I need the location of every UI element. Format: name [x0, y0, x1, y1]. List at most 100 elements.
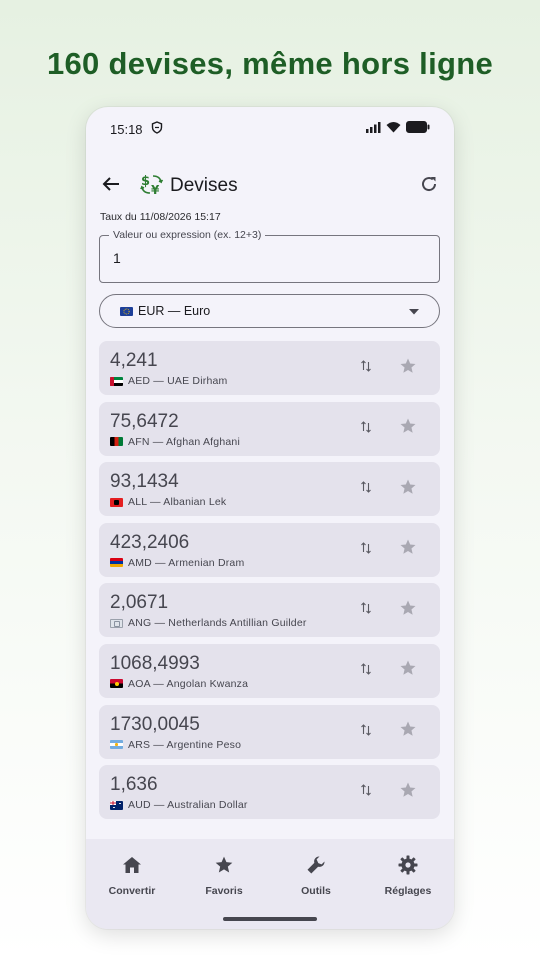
swap-vertical-icon	[360, 783, 372, 801]
status-time: 15:18	[110, 121, 143, 137]
phone-screen: 15:18 $ ¥ Devises Taux du 11/08/2026 15:…	[86, 107, 454, 929]
flag-ao-icon	[110, 679, 123, 689]
base-currency-label: EUR — Euro	[138, 304, 211, 318]
swap-base-button[interactable]	[357, 359, 375, 377]
flag-au-icon	[110, 800, 123, 810]
favorite-button[interactable]	[397, 478, 419, 500]
vpn-shield-icon	[151, 121, 163, 137]
promo-headline: 160 devises, même hors ligne	[46, 46, 494, 81]
star-icon	[399, 357, 417, 380]
favorite-button[interactable]	[397, 539, 419, 561]
swap-vertical-icon	[360, 541, 372, 559]
favorite-button[interactable]	[397, 660, 419, 682]
favorite-button[interactable]	[397, 781, 419, 803]
arrow-left-icon	[102, 176, 120, 197]
swap-vertical-icon	[360, 601, 372, 619]
flag-ar-icon	[110, 740, 123, 750]
home-indicator[interactable]	[223, 917, 317, 921]
currency-row-afn[interactable]: 75,6472 AFN — Afghan Afghani	[99, 401, 440, 456]
star-icon	[212, 853, 236, 877]
swap-base-button[interactable]	[357, 662, 375, 680]
currency-row-aed[interactable]: 4,241 AED — UAE Dirham	[99, 341, 440, 395]
currency-row-aud[interactable]: 1,636 AUD — Australian Dollar	[99, 765, 440, 820]
nav-label: Outils	[301, 885, 331, 897]
currency-row-ang[interactable]: 2,0671 ANG — Netherlands Antillian Guild…	[99, 583, 440, 638]
swap-vertical-icon	[360, 480, 372, 498]
currency-code-label: ALL — Albanian Lek	[128, 496, 227, 509]
swap-vertical-icon	[360, 420, 372, 438]
currency-code-label: AUD — Australian Dollar	[128, 799, 248, 812]
signal-icon	[366, 120, 381, 138]
currency-code-label: ARS — Argentine Peso	[128, 738, 242, 751]
page-title: Devises	[170, 175, 238, 196]
star-icon	[399, 599, 417, 622]
status-bar: 15:18	[86, 107, 454, 151]
converted-amount: 93,1434	[110, 471, 179, 493]
swap-vertical-icon	[360, 359, 372, 377]
favorite-button[interactable]	[397, 418, 419, 440]
star-icon	[399, 659, 417, 682]
favorite-button[interactable]	[397, 721, 419, 743]
converted-amount: 1,636	[110, 774, 158, 796]
value-field-label: Valeur ou expression (ex. 12+3)	[109, 229, 266, 241]
value-field[interactable]: Valeur ou expression (ex. 12+3)	[99, 229, 440, 283]
flag-placeholder-icon	[110, 618, 123, 628]
home-icon	[120, 853, 144, 877]
currency-code-label: AOA — Angolan Kwanza	[128, 677, 249, 690]
converted-amount: 1730,0045	[110, 713, 200, 735]
dropdown-arrow-icon	[409, 302, 419, 320]
swap-base-button[interactable]	[357, 480, 375, 498]
flag-eu-icon	[120, 306, 133, 316]
star-icon	[399, 417, 417, 440]
currency-list: 4,241 AED — UAE Dirham 75,6472 AFN — Afg…	[99, 341, 440, 826]
star-icon	[399, 720, 417, 743]
wrench-icon	[304, 853, 328, 877]
currency-row-ars[interactable]: 1730,0045 ARS — Argentine Peso	[99, 704, 440, 759]
swap-base-button[interactable]	[357, 723, 375, 741]
currency-exchange-icon: $ ¥	[140, 172, 164, 201]
converted-amount: 75,6472	[110, 410, 179, 432]
nav-label: Favoris	[205, 885, 243, 897]
currency-code-label: AFN — Afghan Afghani	[128, 435, 240, 448]
value-input[interactable]	[113, 250, 423, 266]
currency-code-label: AED — UAE Dirham	[128, 375, 228, 387]
gear-icon	[396, 853, 420, 877]
nav-reglages[interactable]: Réglages	[362, 853, 454, 929]
swap-vertical-icon	[360, 662, 372, 680]
currency-code-label: AMD — Armenian Dram	[128, 556, 245, 569]
flag-ae-icon	[110, 376, 123, 386]
svg-text:¥: ¥	[151, 183, 160, 196]
favorite-button[interactable]	[397, 599, 419, 621]
nav-convertir[interactable]: Convertir	[86, 853, 178, 929]
flag-af-icon	[110, 437, 123, 447]
wifi-icon	[386, 120, 401, 138]
flag-am-icon	[110, 558, 123, 568]
app-bar: $ ¥ Devises	[86, 163, 454, 209]
converted-amount: 423,2406	[110, 531, 190, 553]
swap-base-button[interactable]	[357, 783, 375, 801]
swap-base-button[interactable]	[357, 541, 375, 559]
converted-amount: 1068,4993	[110, 652, 200, 674]
battery-icon	[406, 120, 430, 138]
currency-row-all[interactable]: 93,1434 ALL — Albanian Lek	[99, 462, 440, 517]
flag-al-icon	[110, 497, 123, 507]
currency-row-aoa[interactable]: 1068,4993 AOA — Angolan Kwanza	[99, 643, 440, 698]
converted-amount: 4,241	[110, 350, 158, 371]
star-icon	[399, 478, 417, 501]
back-button[interactable]	[98, 173, 124, 199]
currency-row-amd[interactable]: 423,2406 AMD — Armenian Dram	[99, 522, 440, 577]
nav-label: Convertir	[108, 885, 156, 897]
swap-base-button[interactable]	[357, 420, 375, 438]
currency-code-label: ANG — Netherlands Antillian Guilder	[128, 617, 307, 630]
bottom-navigation: Convertir Favoris Outils Réglages	[86, 839, 454, 929]
star-icon	[399, 781, 417, 804]
refresh-button[interactable]	[416, 173, 442, 199]
converted-amount: 2,0671	[110, 592, 169, 614]
favorite-button[interactable]	[397, 357, 419, 379]
nav-label: Réglages	[384, 885, 432, 897]
base-currency-select[interactable]: EUR — Euro	[99, 294, 440, 328]
swap-base-button[interactable]	[357, 601, 375, 619]
swap-vertical-icon	[360, 723, 372, 741]
refresh-icon	[420, 175, 438, 198]
star-icon	[399, 538, 417, 561]
